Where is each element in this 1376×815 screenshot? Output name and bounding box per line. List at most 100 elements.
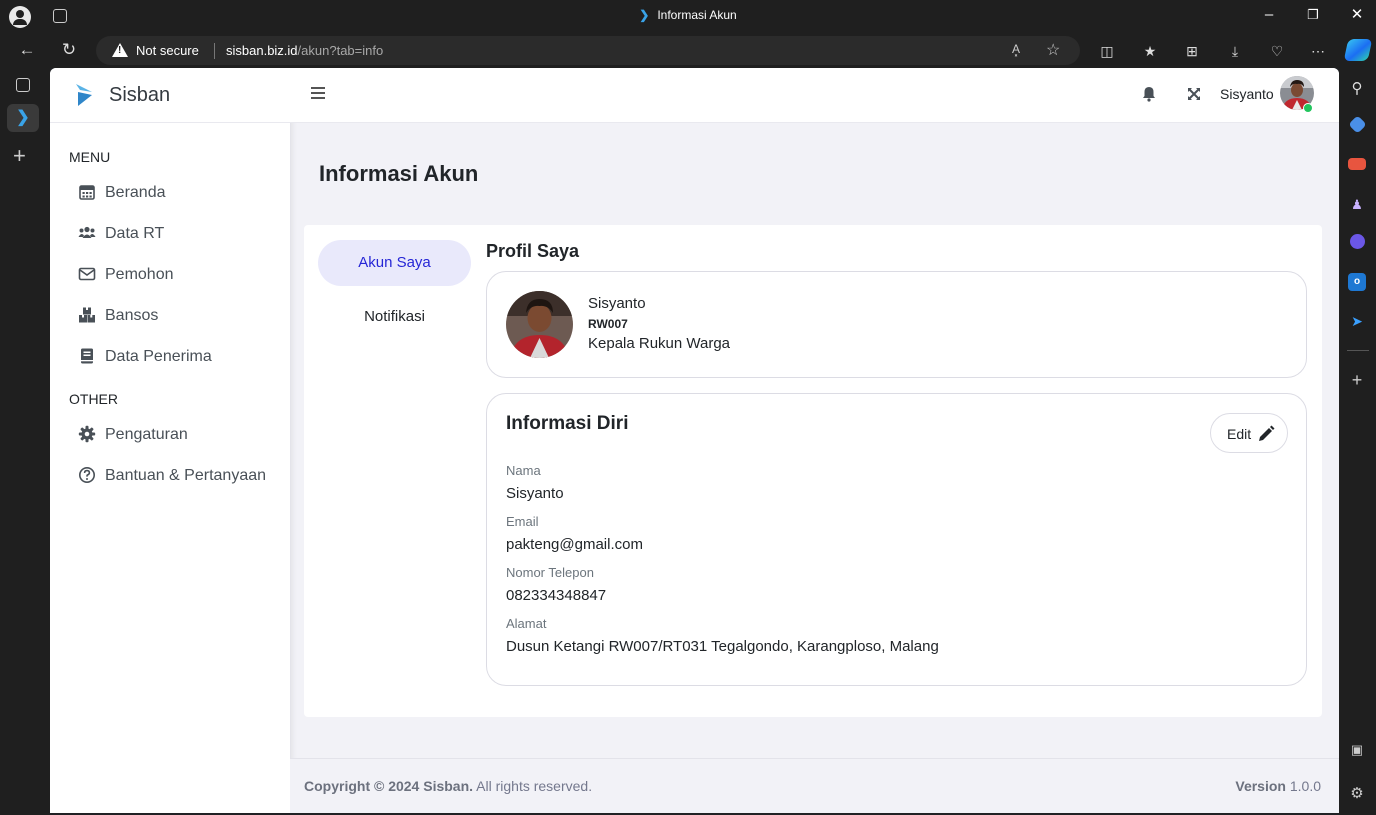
fullscreen-icon[interactable] [1187, 87, 1201, 101]
vertical-tabs-bar: ❯ + [0, 68, 50, 815]
hamburger-menu-icon[interactable] [311, 87, 325, 99]
profile-role: Kepala Rukun Warga [588, 335, 731, 352]
book-icon [81, 348, 93, 364]
sidebar-item-label: Data Penerima [105, 348, 212, 365]
sidebar-item-label: Pengaturan [105, 426, 188, 443]
personal-info-card: Informasi Diri Edit Nama Sisyanto Email … [486, 393, 1307, 686]
address-bar[interactable]: Not secure sisban.biz.id/akun?tab=info A… [96, 36, 1080, 65]
sidebar-item-data-penerima[interactable]: Data Penerima [78, 345, 278, 369]
field-value-nama: Sisyanto [506, 485, 564, 502]
restore-icon[interactable]: ❐ [1303, 5, 1323, 25]
question-circle-icon [79, 467, 95, 483]
refresh-icon[interactable]: ↻ [57, 38, 81, 62]
sidebar-item-label: Bansos [105, 307, 159, 324]
tools-icon[interactable] [1348, 158, 1366, 170]
profile-code: RW007 [588, 317, 628, 331]
info-title: Informasi Diri [506, 413, 629, 434]
warning-icon [112, 43, 128, 57]
sidebar-item-bantuan[interactable]: Bantuan & Pertanyaan [78, 464, 278, 488]
search-icon[interactable]: ⚲ [1348, 80, 1366, 98]
not-secure-label[interactable]: Not secure [136, 43, 199, 58]
sidebar-item-label: Beranda [105, 184, 166, 201]
edit-button[interactable]: Edit [1210, 413, 1288, 453]
games-icon[interactable]: ♟ [1348, 196, 1366, 214]
footer: Copyright © 2024 Sisban. All rights rese… [290, 758, 1339, 813]
browser-titlebar: ❯ Informasi Akun – ❐ ✕ [0, 0, 1376, 33]
tab-notifikasi[interactable]: Notifikasi [318, 294, 471, 340]
field-label-email: Email [506, 514, 539, 529]
version-value: 1.0.0 [1285, 778, 1321, 794]
sidebar-item-bansos[interactable]: Bansos [78, 304, 278, 328]
screenshot-icon[interactable]: ▣ [1348, 741, 1366, 759]
copyright-prefix: Copyright © 2024 Sisban. [304, 778, 474, 794]
page-viewport: Sisban MENU Beranda Data RT Pemohon Bans… [50, 68, 1339, 813]
profile-photo-image [506, 291, 573, 358]
performance-icon[interactable]: ♡ [1267, 41, 1287, 61]
url-text[interactable]: sisban.biz.id/akun?tab=info [226, 43, 383, 58]
online-status-dot [1303, 103, 1313, 113]
sidebar-divider [1347, 350, 1369, 351]
field-value-email: pakteng@gmail.com [506, 536, 643, 553]
gear-icon [78, 425, 96, 443]
favorites-icon[interactable]: ★ [1140, 41, 1160, 61]
menu-section-title: MENU [69, 149, 111, 165]
bell-icon[interactable] [1142, 86, 1156, 102]
sisban-logo-icon [76, 84, 92, 106]
profile-name: Sisyanto [588, 295, 646, 312]
split-screen-icon[interactable]: ◫ [1097, 41, 1117, 61]
boxes-icon [79, 307, 95, 323]
sidebar-item-label: Bantuan & Pertanyaan [105, 467, 267, 484]
field-label-telepon: Nomor Telepon [506, 565, 594, 580]
brand[interactable]: Sisban [50, 68, 290, 123]
sidebar-item-beranda[interactable]: Beranda [78, 181, 278, 205]
sidebar-item-pemohon[interactable]: Pemohon [78, 263, 278, 287]
sidebar-item-data-rt[interactable]: Data RT [78, 222, 278, 246]
users-icon [78, 226, 96, 238]
pencil-icon [1259, 425, 1275, 441]
app-topbar: Sisyanto [290, 68, 1339, 123]
more-icon[interactable]: ⋯ [1308, 41, 1328, 61]
collections-icon[interactable]: ⊞ [1182, 41, 1202, 61]
favorite-star-icon[interactable]: ☆ [1046, 40, 1060, 60]
back-icon[interactable]: ← [15, 38, 39, 62]
address-toolbar: ← ↻ Not secure sisban.biz.id/akun?tab=in… [0, 33, 1376, 68]
site-favicon-icon: ❯ [639, 8, 650, 22]
version-label: Version [1235, 778, 1286, 794]
settings-icon[interactable]: ⚙ [1348, 785, 1366, 803]
profile-card: Sisyanto RW007 Kepala Rukun Warga [486, 271, 1307, 378]
topbar-username[interactable]: Sisyanto [1220, 86, 1274, 102]
tab-panel-icon[interactable] [16, 78, 30, 92]
minimize-icon[interactable]: – [1259, 5, 1279, 25]
field-value-telepon: 082334348847 [506, 587, 607, 604]
send-icon[interactable]: ➤ [1348, 312, 1366, 330]
copyright-text: Copyright © 2024 Sisban. All rights rese… [304, 778, 592, 794]
tab-akun-saya[interactable]: Akun Saya [318, 240, 471, 286]
profile-photo [506, 291, 573, 358]
copyright-suffix: All rights reserved. [473, 778, 593, 794]
close-icon[interactable]: ✕ [1347, 5, 1367, 25]
shopping-tag-icon[interactable] [1348, 115, 1367, 134]
copilot-icon[interactable] [1343, 39, 1373, 61]
add-app-icon[interactable]: + [1348, 371, 1366, 389]
edit-button-label: Edit [1227, 426, 1252, 442]
sidebar-item-pengaturan[interactable]: Pengaturan [78, 423, 278, 447]
envelope-icon [78, 267, 96, 281]
sidebar-item-label: Data RT [105, 225, 165, 242]
field-label-alamat: Alamat [506, 616, 547, 631]
calendar-icon [79, 185, 95, 200]
field-value-alamat: Dusun Ketangi RW007/RT031 Tegalgondo, Ka… [506, 638, 939, 655]
copilot-app-icon[interactable] [1350, 234, 1365, 249]
downloads-icon[interactable]: ⤓ [1225, 41, 1245, 61]
edge-sidebar: ⚲ ♟ o ➤ + ▣ ⚙ [1339, 68, 1376, 815]
account-card: Akun Saya Notifikasi Profil Saya Sisyant… [304, 225, 1322, 717]
new-tab-icon[interactable]: + [13, 143, 26, 169]
window-title: ❯ Informasi Akun [0, 8, 1376, 22]
outlook-icon[interactable]: o [1348, 273, 1366, 291]
active-tab-favicon-icon[interactable]: ❯ [7, 104, 39, 132]
read-aloud-icon[interactable]: A͓ [1012, 42, 1020, 56]
other-section-title: OTHER [69, 391, 118, 407]
version-text: Version 1.0.0 [1235, 778, 1321, 794]
address-separator [214, 43, 215, 59]
brand-name: Sisban [109, 84, 171, 106]
field-label-nama: Nama [506, 463, 541, 478]
